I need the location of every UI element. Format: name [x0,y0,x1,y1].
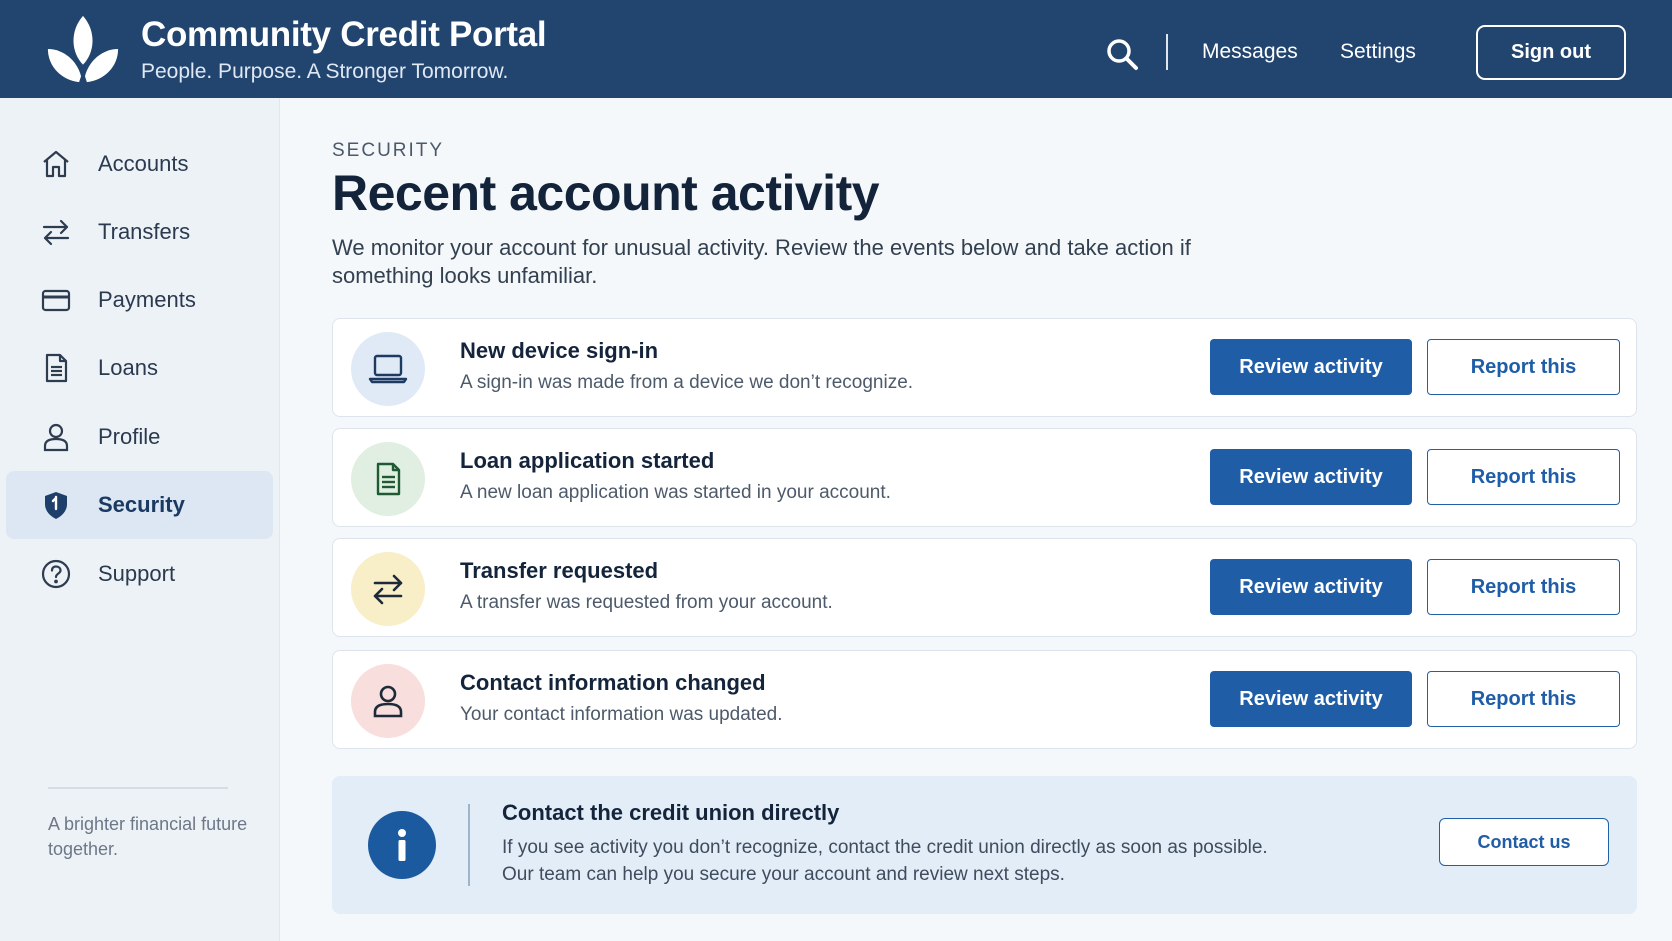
sidebar-item-label: Profile [98,424,161,449]
activity-title: Contact information changed [460,670,766,695]
help-icon [40,558,72,590]
sidebar-item-support[interactable]: Support [6,540,273,608]
activity-description: A transfer was requested from your accou… [460,592,833,613]
report-this-button[interactable]: Report this [1427,671,1620,727]
review-activity-button[interactable]: Review activity [1210,339,1412,395]
activity-title: New device sign-in [460,338,659,363]
activity-description: A new loan application was started in yo… [460,482,891,503]
sidebar: Accounts Transfers Payments Loans Profil… [0,98,280,941]
header-divider [1166,34,1168,70]
document-icon [351,442,425,516]
sidebar-item-label: Transfers [98,219,191,244]
info-icon [368,811,436,879]
report-this-button[interactable]: Report this [1427,449,1620,505]
activity-description: Your contact information was updated. [460,704,783,725]
credit-card-icon [40,284,72,316]
sidebar-item-security[interactable]: Security [6,471,273,539]
shield-icon [40,489,72,521]
settings-link[interactable]: Settings [1340,38,1416,66]
brand: Community Credit Portal People. Purpose.… [141,14,547,86]
transfer-arrows-icon [40,216,72,248]
activity-card-new-device: New device sign-in A sign-in was made fr… [332,318,1637,417]
report-this-button[interactable]: Report this [1427,339,1620,395]
sidebar-item-loans[interactable]: Loans [6,334,273,402]
sidebar-footer-text: A brighter financial future together. [48,814,248,859]
messages-link[interactable]: Messages [1202,38,1298,66]
sidebar-item-label: Security [98,492,185,517]
activity-description: A sign-in was made from a device we don’… [460,372,914,393]
review-activity-button[interactable]: Review activity [1210,671,1412,727]
contact-us-button[interactable]: Contact us [1439,818,1609,866]
top-header: Community Credit Portal People. Purpose.… [0,0,1672,98]
review-activity-button[interactable]: Review activity [1210,559,1412,615]
sidebar-item-transfers[interactable]: Transfers [6,198,273,266]
page-title: Recent account activity [332,165,880,221]
transfer-arrows-icon [351,552,425,626]
sign-out-button[interactable]: Sign out [1476,25,1626,80]
contact-callout: Contact the credit union directly If you… [332,776,1637,914]
app-title: Community Credit Portal [141,15,547,54]
sidebar-item-label: Accounts [98,151,189,176]
sidebar-item-profile[interactable]: Profile [6,403,273,471]
report-this-button[interactable]: Report this [1427,559,1620,615]
search-button[interactable] [1098,30,1146,78]
sidebar-item-label: Payments [98,287,196,312]
sidebar-item-label: Loans [98,355,158,380]
main-content: SECURITY Recent account activity We moni… [280,98,1672,941]
search-icon [1107,39,1138,70]
user-icon [40,421,72,453]
sidebar-item-label: Support [98,561,176,586]
activity-title: Loan application started [460,448,715,473]
laptop-icon [351,332,425,406]
sidebar-item-payments[interactable]: Payments [6,266,273,334]
activity-card-loan-application: Loan application started A new loan appl… [332,428,1637,527]
home-icon [40,148,72,180]
activity-title: Transfer requested [460,558,659,583]
app-tagline: People. Purpose. A Stronger Tomorrow. [141,60,509,83]
review-activity-button[interactable]: Review activity [1210,449,1412,505]
page-description: We monitor your account for unusual acti… [332,235,1191,288]
activity-card-contact-info: Contact information changed Your contact… [332,650,1637,749]
document-icon [40,352,72,384]
section-eyebrow: SECURITY [332,140,445,161]
sidebar-divider [48,787,228,789]
activity-card-transfer: Transfer requested A transfer was reques… [332,538,1637,637]
sidebar-item-accounts[interactable]: Accounts [6,130,273,198]
leaf-logo-icon [47,15,119,83]
contact-text: If you see activity you don’t recognize,… [502,837,1268,885]
user-icon [351,664,425,738]
contact-divider [468,804,470,886]
contact-title: Contact the credit union directly [502,800,840,825]
